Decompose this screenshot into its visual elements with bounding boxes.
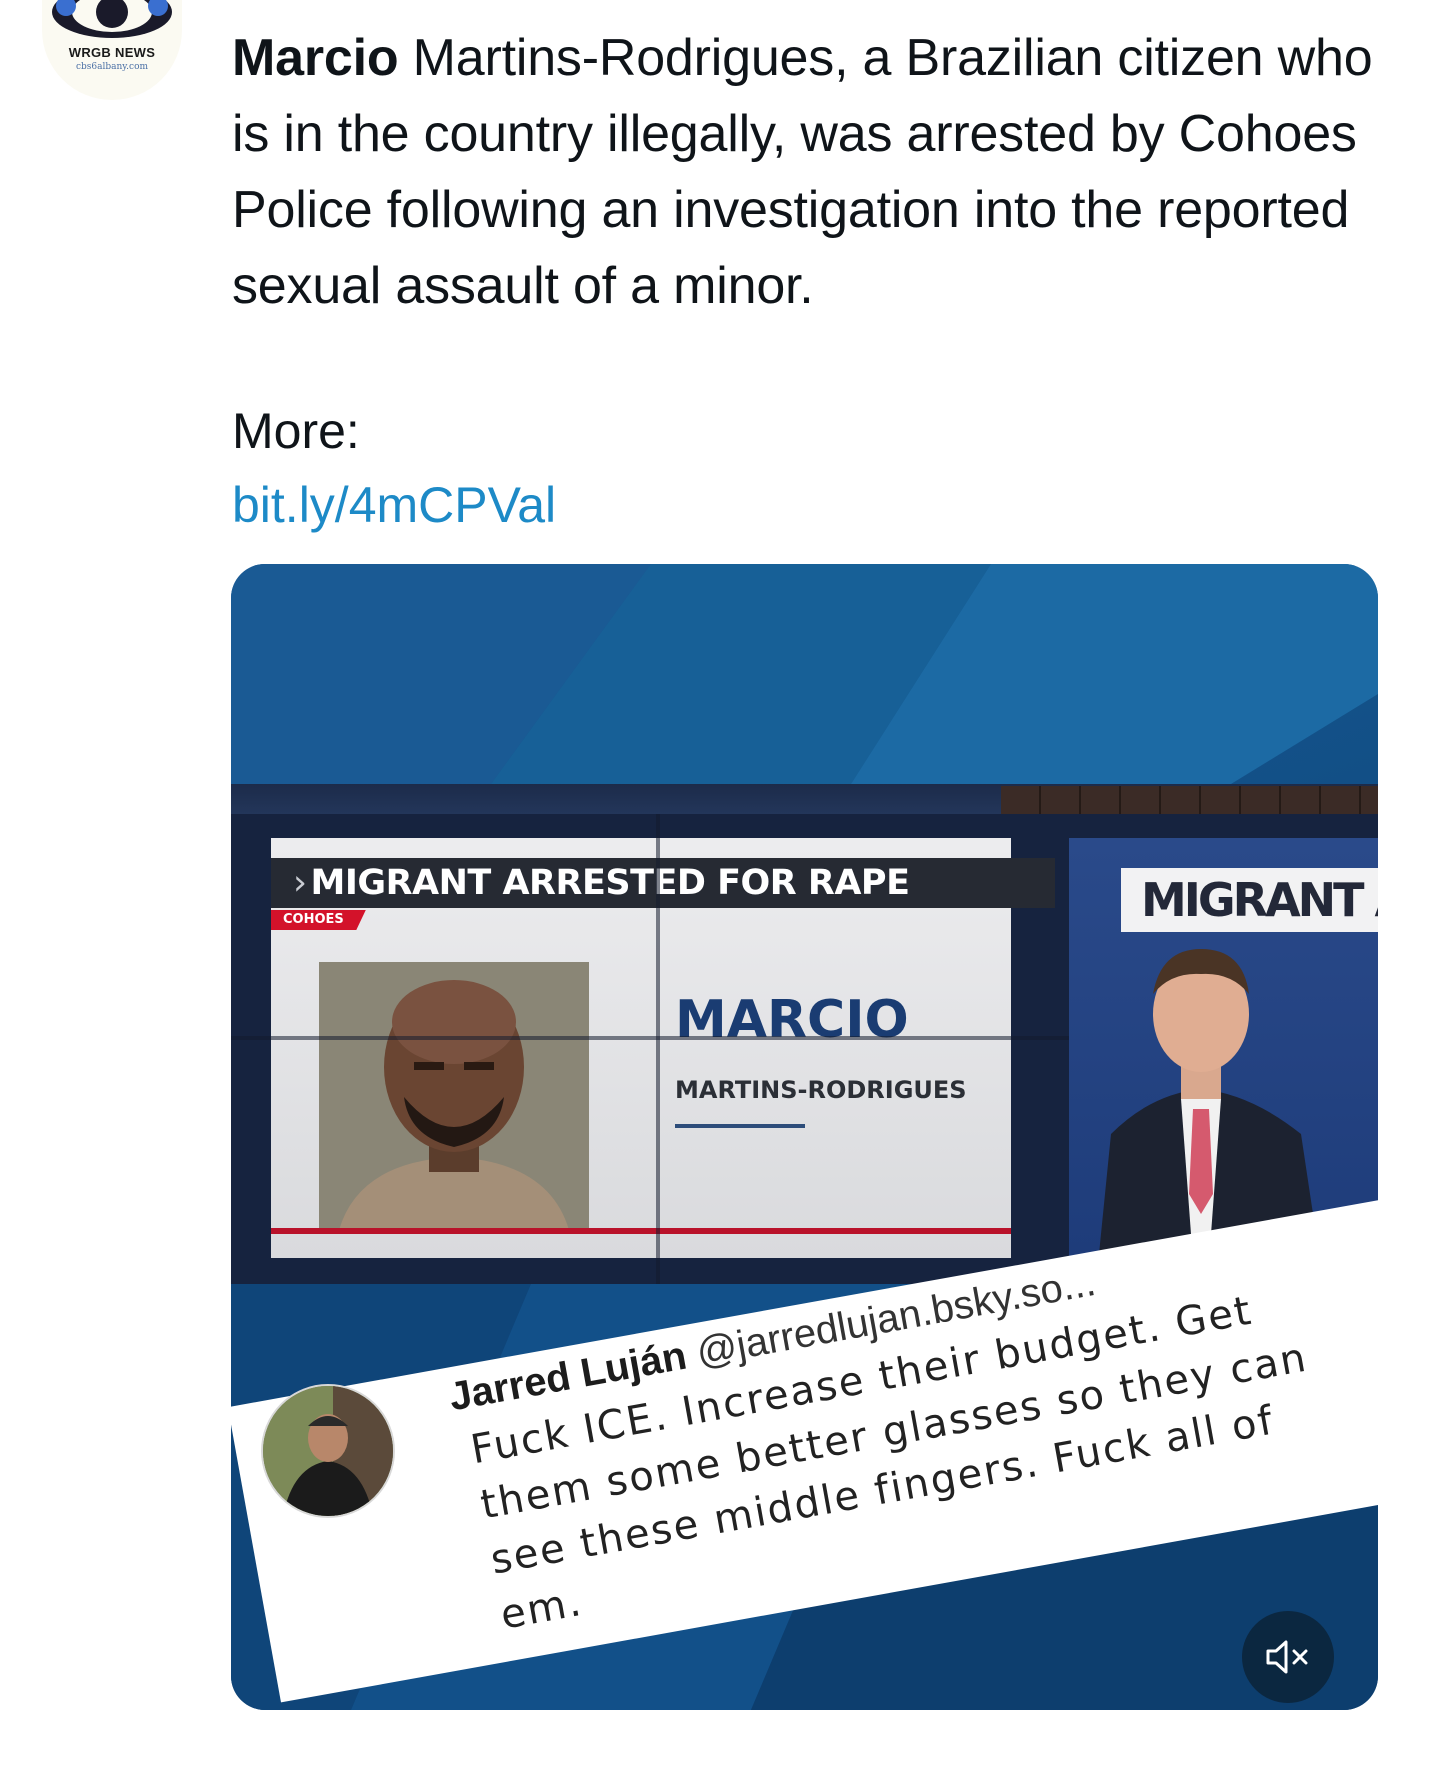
tweet-text: Marcio Martins-Rodrigues, a Brazilian ci… [232, 20, 1412, 324]
quote-author-avatar [261, 1384, 395, 1518]
person-photo [263, 1386, 393, 1516]
more-label: More: [232, 403, 360, 459]
name-first: MARCIO [675, 990, 909, 1050]
brick-wall [1001, 786, 1378, 814]
site-label: cbs6albany.com [75, 62, 149, 72]
video-media[interactable]: › MIGRANT ARRESTED FOR RAPE COHOES MARCIO… [231, 564, 1378, 1710]
article-link[interactable]: bit.ly/4mCPVal [232, 470, 556, 540]
tweet-body: Martins-Rodrigues, a Brazilian citizen w… [232, 29, 1373, 315]
headline-text: MIGRANT ARRESTED FOR RAPE [310, 863, 911, 903]
headline-banner: › MIGRANT ARRESTED FOR RAPE [271, 858, 1055, 908]
brand-label: WRGB NEWS [68, 45, 156, 60]
mute-button[interactable] [1242, 1611, 1334, 1703]
chevron-right-icon: › [293, 863, 307, 903]
speaker-muted-icon [1266, 1640, 1308, 1674]
account-avatar[interactable]: WRGB NEWS cbs6albany.com [42, 0, 182, 100]
tweet-highlight[interactable]: Marcio [232, 29, 399, 87]
location-tag: COHOES [271, 910, 366, 930]
cbs-eye-logo-icon [52, 0, 172, 38]
